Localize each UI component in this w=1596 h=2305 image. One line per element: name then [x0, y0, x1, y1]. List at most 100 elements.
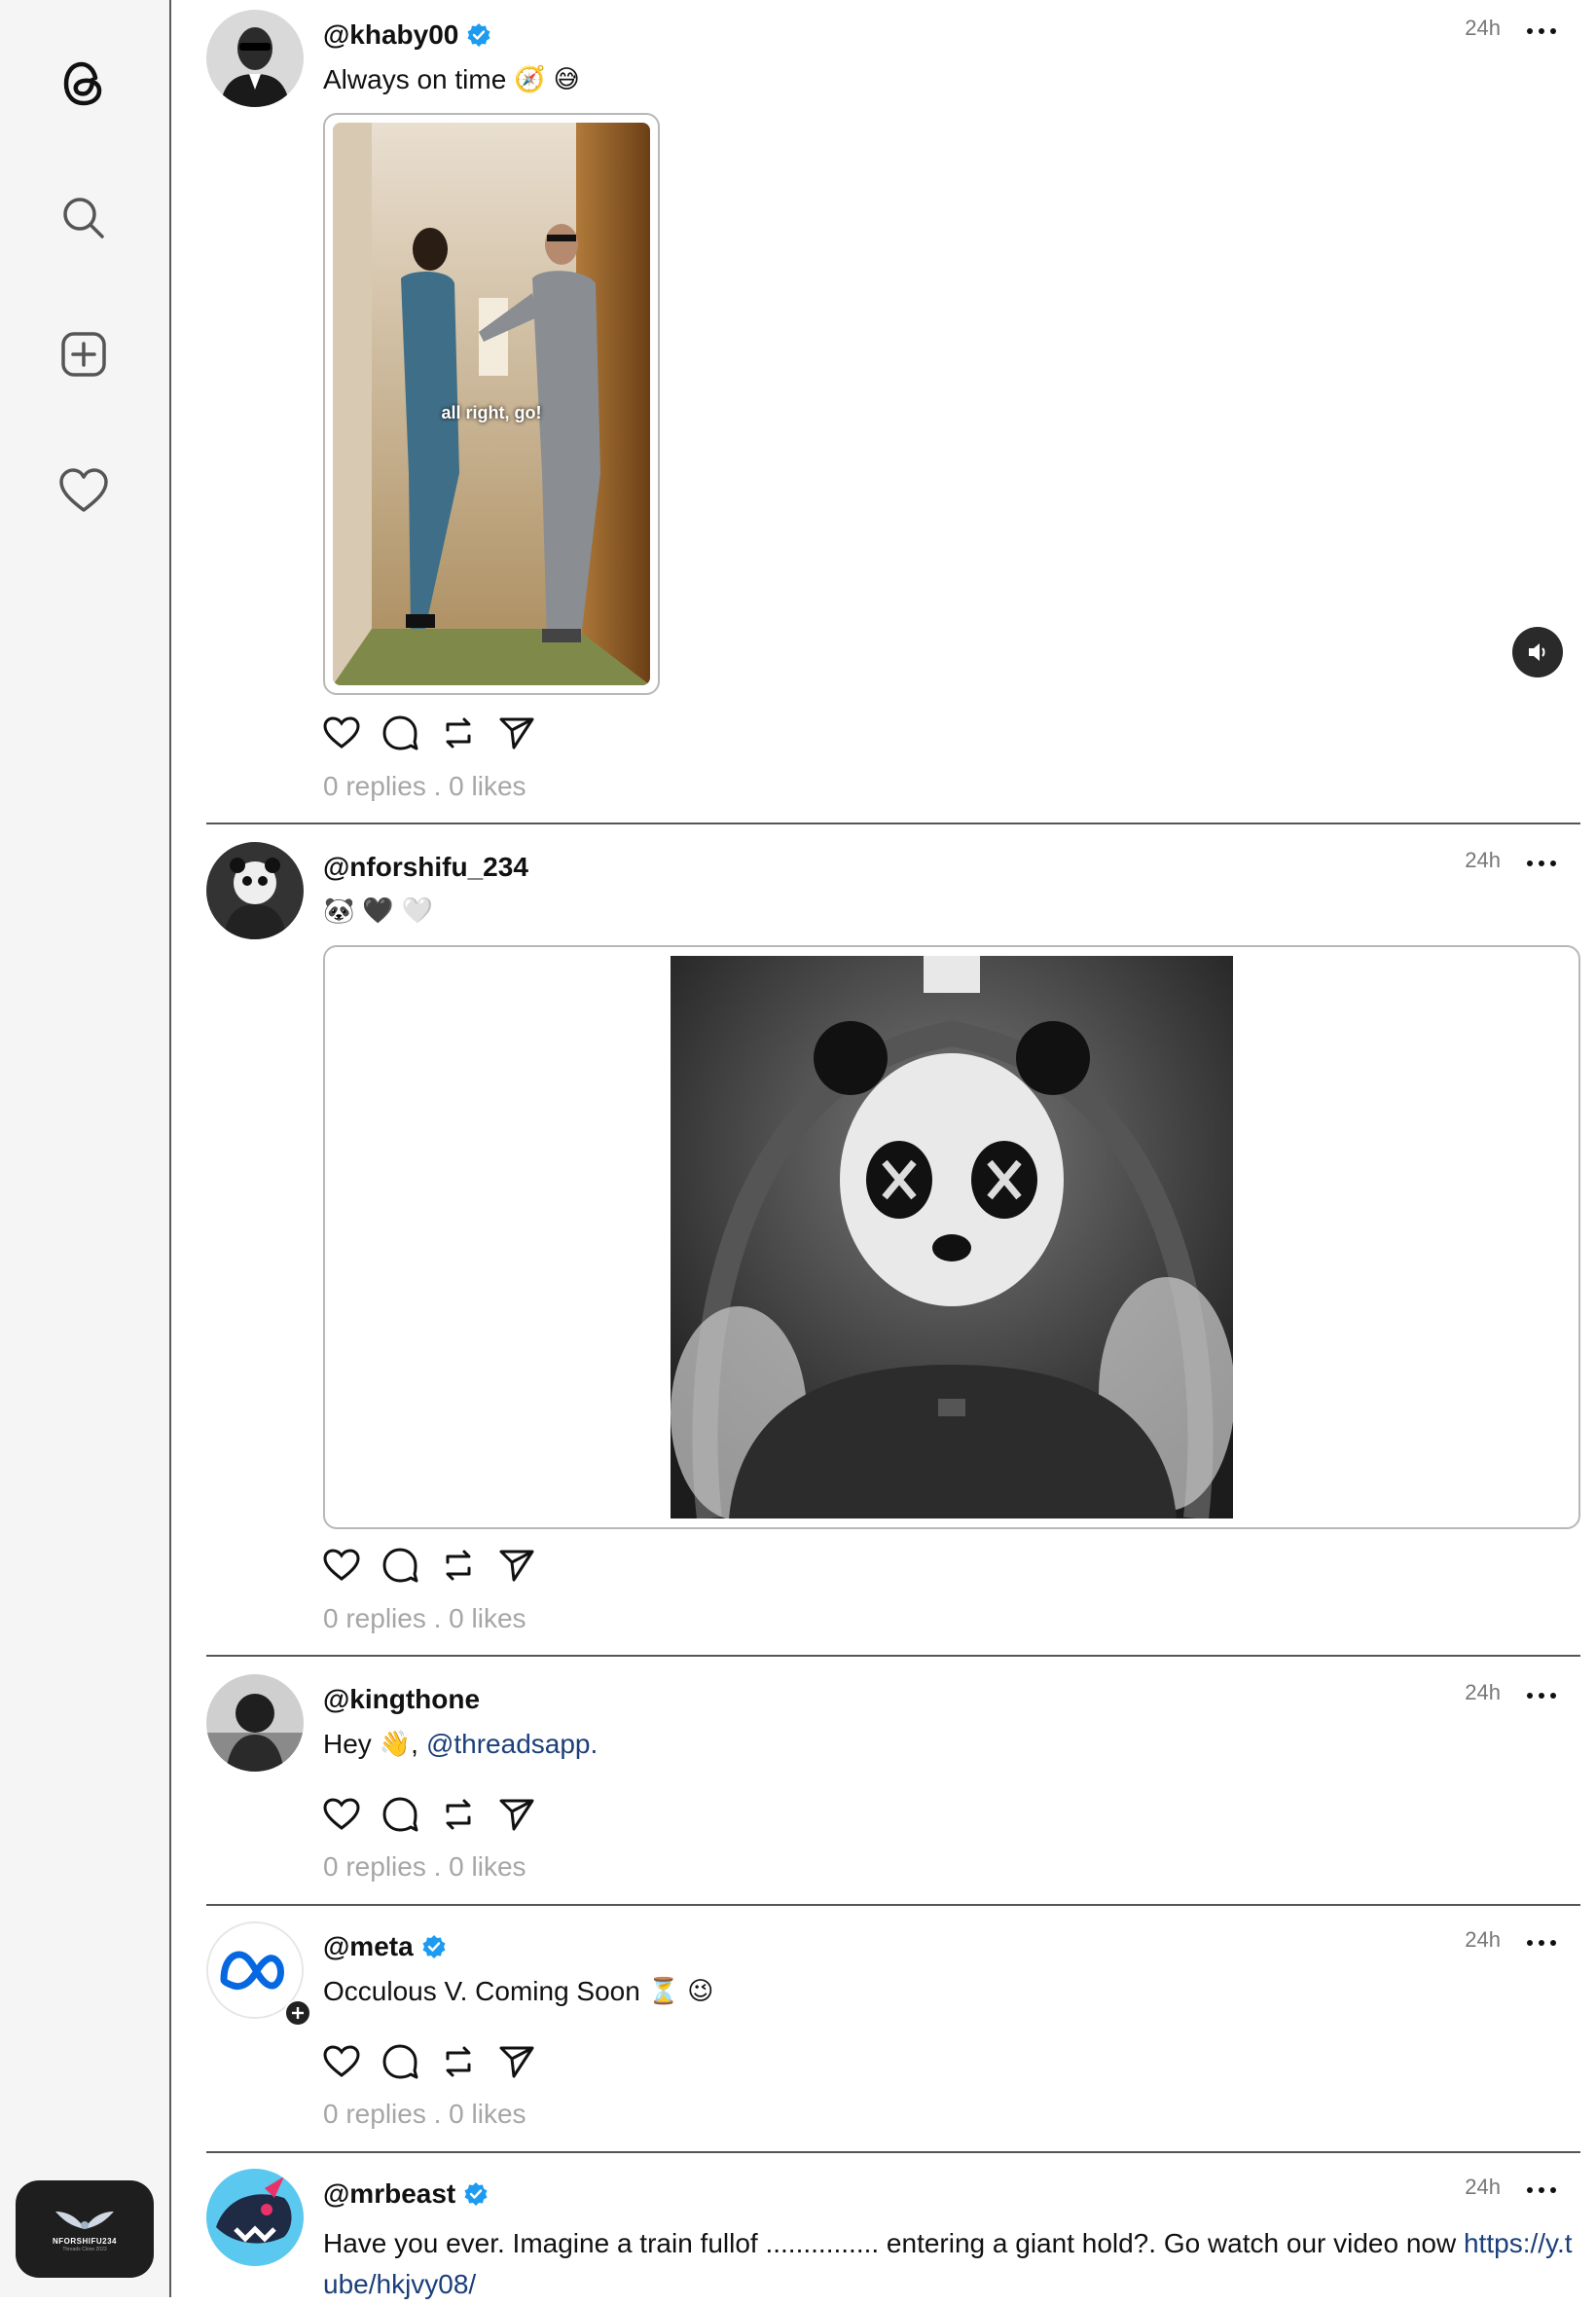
- repost-icon: [446, 1799, 471, 1830]
- post-username[interactable]: @kingthone: [323, 1684, 480, 1715]
- send-icon: [499, 1799, 534, 1831]
- post-actions: [323, 2043, 535, 2080]
- repost-button[interactable]: [440, 1547, 477, 1584]
- post-stats: 0 replies . 0 likes: [323, 1851, 526, 1882]
- emoji: 🐼: [323, 896, 355, 926]
- verified-badge-icon: [467, 23, 490, 47]
- more-options-icon[interactable]: [1522, 1933, 1561, 1953]
- heart-icon[interactable]: [56, 463, 111, 518]
- more-options-icon[interactable]: [1522, 1686, 1561, 1705]
- like-button[interactable]: [323, 1796, 360, 1833]
- comment-icon: [382, 1797, 418, 1832]
- post-time: 24h: [1465, 16, 1501, 40]
- heart-icon: [323, 1798, 360, 1830]
- post-text-content: Occulous V. Coming Soon: [323, 1976, 640, 2006]
- avatar[interactable]: [206, 842, 304, 939]
- post-stats: 0 replies . 0 likes: [323, 771, 526, 801]
- new-post-icon[interactable]: [56, 327, 111, 382]
- feed: @khaby00 24h Always on time 🧭 😅 all righ…: [206, 0, 1580, 2299]
- comment-icon: [382, 715, 418, 750]
- follow-plus-icon[interactable]: [284, 1999, 311, 2027]
- post-time: 24h: [1465, 1680, 1501, 1704]
- emoji: 🤍: [401, 896, 434, 926]
- more-options-icon[interactable]: [1522, 2180, 1561, 2200]
- emoji: 👋: [379, 1730, 412, 1759]
- post-text: Hey 👋, @threadsapp.: [323, 1729, 598, 1760]
- emoji: 😉: [687, 1977, 714, 2006]
- post-username[interactable]: @meta: [323, 1931, 447, 1962]
- post-image[interactable]: [323, 945, 1580, 1529]
- avatar[interactable]: [206, 10, 304, 107]
- post-username[interactable]: @nforshifu_234: [323, 852, 528, 883]
- send-icon: [499, 717, 534, 750]
- post-text-comma: ,: [411, 1729, 418, 1759]
- post-time: 24h: [1465, 1927, 1501, 1952]
- repost-icon: [446, 2046, 471, 2077]
- avatar[interactable]: [206, 1674, 304, 1772]
- speaker-icon: [1529, 643, 1545, 661]
- share-button[interactable]: [498, 2043, 535, 2080]
- like-button[interactable]: [323, 1547, 360, 1584]
- reply-button[interactable]: [381, 1796, 418, 1833]
- post-stats: 0 replies . 0 likes: [323, 2099, 526, 2129]
- post-actions: [323, 1796, 535, 1833]
- share-button[interactable]: [498, 1547, 535, 1584]
- repost-button[interactable]: [440, 1796, 477, 1833]
- post-username[interactable]: @mrbeast: [323, 2178, 489, 2210]
- emoji: 🧭: [514, 65, 546, 94]
- wings-logo-icon: [55, 2212, 114, 2229]
- emoji: 🖤: [362, 896, 394, 926]
- send-icon: [499, 1550, 534, 1582]
- profile-badge[interactable]: NFORSHIFU234 Threads Clone 2023: [16, 2180, 154, 2278]
- post-text-content: Hey: [323, 1729, 372, 1759]
- mention-link[interactable]: @threadsapp.: [426, 1729, 598, 1760]
- username-link[interactable]: @khaby00: [323, 19, 458, 51]
- verified-badge-icon: [464, 2182, 488, 2206]
- post-divider: [206, 823, 1580, 824]
- reply-button[interactable]: [381, 2043, 418, 2080]
- heart-icon: [323, 2045, 360, 2077]
- reply-button[interactable]: [381, 714, 418, 751]
- verified-badge-icon: [422, 1935, 446, 1958]
- emoji: 😅: [553, 65, 580, 94]
- post-text-content: Have you ever. Imagine a train fullof ..…: [323, 2228, 1457, 2258]
- post-text: Always on time 🧭 😅: [323, 64, 580, 95]
- share-button[interactable]: [498, 714, 535, 751]
- badge-title: NFORSHIFU234: [52, 2237, 117, 2246]
- post-actions: [323, 1547, 535, 1584]
- sound-toggle-button[interactable]: [1512, 627, 1563, 677]
- username-link[interactable]: @meta: [323, 1931, 414, 1962]
- like-button[interactable]: [323, 2043, 360, 2080]
- post-text: Occulous V. Coming Soon ⏳ 😉: [323, 1976, 713, 2007]
- more-options-icon[interactable]: [1522, 854, 1561, 873]
- more-options-icon[interactable]: [1522, 21, 1561, 41]
- post-username[interactable]: @khaby00: [323, 19, 491, 51]
- threads-logo-icon[interactable]: [56, 56, 111, 111]
- repost-button[interactable]: [440, 2043, 477, 2080]
- post-actions: [323, 714, 535, 751]
- sidebar: NFORSHIFU234 Threads Clone 2023: [0, 0, 171, 2297]
- username-link[interactable]: @nforshifu_234: [323, 852, 528, 883]
- search-icon[interactable]: [56, 191, 111, 245]
- panda-photo: [671, 956, 1233, 1518]
- avatar[interactable]: [206, 2169, 304, 2266]
- post-text-content: Always on time: [323, 64, 507, 94]
- like-button[interactable]: [323, 714, 360, 751]
- repost-icon: [446, 717, 471, 749]
- badge-subtitle: Threads Clone 2023: [62, 2247, 107, 2252]
- heart-icon: [323, 1549, 360, 1581]
- username-link[interactable]: @mrbeast: [323, 2178, 455, 2210]
- comment-icon: [382, 2044, 418, 2079]
- post-stats: 0 replies . 0 likes: [323, 1603, 526, 1633]
- repost-button[interactable]: [440, 714, 477, 751]
- video-caption: all right, go!: [441, 403, 542, 422]
- post-video[interactable]: all right, go!: [323, 113, 660, 695]
- repost-icon: [446, 1550, 471, 1581]
- post-time: 24h: [1465, 2175, 1501, 2199]
- post-divider: [206, 1904, 1580, 1906]
- username-link[interactable]: @kingthone: [323, 1684, 480, 1715]
- share-button[interactable]: [498, 1796, 535, 1833]
- post-text: 🐼 🖤 🤍: [323, 896, 433, 926]
- reply-button[interactable]: [381, 1547, 418, 1584]
- comment-icon: [382, 1548, 418, 1583]
